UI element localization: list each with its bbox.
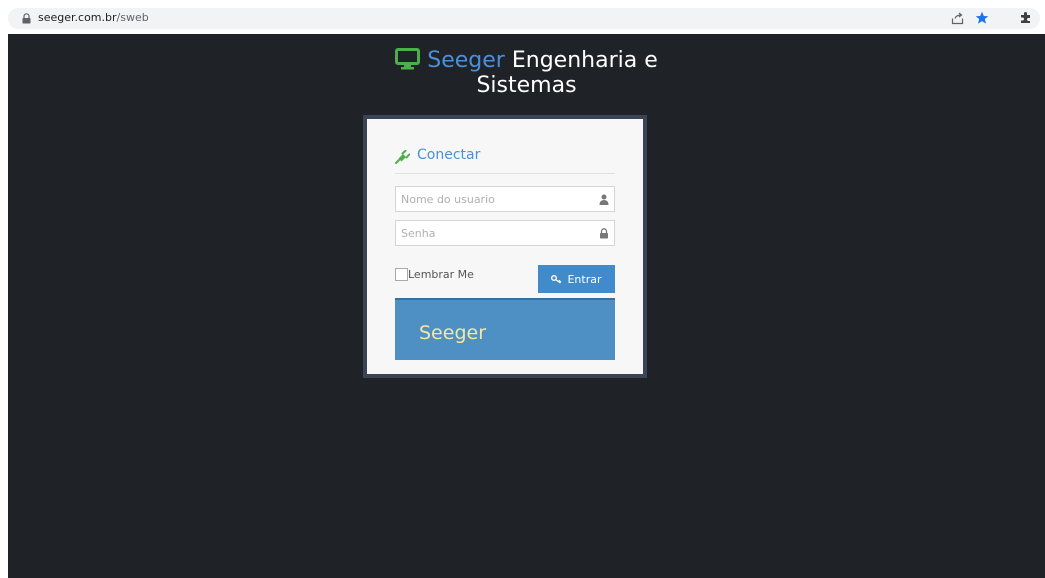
enter-button[interactable]: Entrar: [538, 265, 615, 293]
password-input[interactable]: [396, 221, 614, 245]
star-icon[interactable]: [975, 11, 989, 25]
remember-me-label: Lembrar Me: [408, 267, 474, 281]
brand-header: Seeger Engenharia e Sistemas: [8, 48, 1045, 98]
brand-name-highlight: Seeger: [427, 48, 505, 73]
banner-text: Seeger: [419, 322, 487, 344]
user-icon: [599, 194, 609, 205]
password-field[interactable]: [395, 220, 615, 246]
remember-me[interactable]: Lembrar Me: [395, 266, 474, 282]
monitor-icon: [395, 48, 421, 70]
seeger-banner: Seeger: [395, 298, 615, 360]
lock-icon: [600, 228, 608, 239]
url-path: /sweb: [116, 11, 149, 24]
plug-icon: [395, 150, 410, 164]
login-legend-label: Conectar: [417, 147, 481, 163]
brand-title-line1: Seeger Engenharia e: [395, 48, 658, 73]
browser-toolbar: seeger.com.br/sweb: [0, 0, 1045, 34]
enter-button-label: Entrar: [567, 272, 602, 286]
extensions-icon[interactable]: [1019, 11, 1032, 24]
login-legend: Conectar: [395, 147, 615, 174]
login-frame: Conectar Lembrar Me: [363, 115, 647, 378]
brand-name-rest: Engenharia e: [504, 48, 658, 73]
remember-me-checkbox[interactable]: [395, 267, 408, 281]
url-text[interactable]: seeger.com.br/sweb: [38, 11, 149, 24]
address-bar[interactable]: [8, 8, 1040, 29]
login-form: Conectar Lembrar Me: [367, 119, 643, 374]
share-icon[interactable]: [951, 12, 964, 25]
key-icon: [551, 274, 562, 284]
brand-title-line2: Sistemas: [476, 73, 577, 98]
page-viewport: Seeger Engenharia e Sistemas Conectar No…: [8, 34, 1045, 578]
url-host: seeger.com.br: [38, 11, 117, 24]
lock-icon[interactable]: [22, 13, 31, 24]
username-input[interactable]: [396, 187, 614, 211]
username-field[interactable]: [395, 186, 615, 212]
